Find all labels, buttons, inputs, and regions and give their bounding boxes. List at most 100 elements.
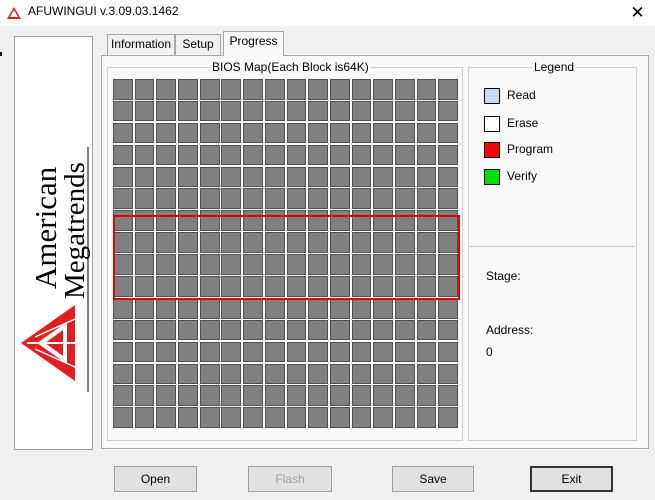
bios-block	[113, 385, 133, 407]
bios-block	[308, 254, 328, 275]
bios-block	[243, 232, 263, 253]
tab-label: Information	[110, 37, 172, 51]
bios-block	[134, 407, 155, 428]
legend-divider	[470, 246, 635, 247]
bios-block	[329, 144, 350, 166]
bios-block	[221, 341, 242, 363]
bios-block	[373, 122, 394, 144]
bios-block	[178, 210, 198, 231]
bios-block	[329, 385, 350, 407]
legend-swatch-read	[484, 88, 500, 104]
bios-block	[264, 188, 285, 210]
bios-block	[308, 297, 328, 319]
open-button[interactable]: Open	[114, 466, 197, 492]
bios-block	[113, 407, 133, 428]
tab-progress[interactable]: Progress	[223, 31, 284, 56]
bios-block	[438, 166, 459, 188]
bios-block	[351, 385, 372, 407]
bios-block	[308, 79, 328, 100]
bios-block	[264, 297, 285, 319]
logo-text-american: American	[28, 166, 63, 289]
bios-block	[286, 385, 307, 407]
bios-block	[329, 79, 350, 100]
bios-block	[438, 363, 459, 385]
bios-block	[113, 122, 133, 144]
legend-swatch-verify	[484, 169, 500, 185]
close-button[interactable]: ✕	[620, 0, 655, 26]
bios-block	[134, 341, 155, 363]
bios-block	[113, 341, 133, 363]
bios-block	[243, 79, 263, 100]
bios-block	[373, 254, 394, 275]
bios-block	[438, 319, 459, 341]
bios-block	[286, 188, 307, 210]
bios-block	[134, 319, 155, 341]
tab-label: Progress	[229, 34, 278, 48]
bios-block	[178, 297, 198, 319]
bios-block	[394, 297, 415, 319]
bios-block	[351, 341, 372, 363]
bios-block	[156, 79, 177, 100]
bios-block	[351, 210, 372, 231]
bios-block	[199, 319, 220, 341]
legend-label-verify: Verify	[507, 169, 538, 183]
bios-block	[221, 363, 242, 385]
bios-block	[329, 319, 350, 341]
bios-block	[416, 341, 437, 363]
bios-block	[416, 122, 437, 144]
bios-block	[221, 144, 242, 166]
bios-block	[438, 79, 459, 100]
bios-block	[243, 210, 263, 231]
bios-block	[264, 79, 285, 100]
ami-logo-icon: American Megatrends	[21, 147, 91, 392]
bios-block	[329, 341, 350, 363]
bios-block	[221, 232, 242, 253]
bios-block	[156, 385, 177, 407]
bios-block	[178, 385, 198, 407]
bios-block	[243, 100, 263, 122]
tab-setup[interactable]: Setup	[175, 34, 221, 55]
bios-block	[264, 210, 285, 231]
bios-block	[134, 100, 155, 122]
bios-block	[373, 385, 394, 407]
bios-block	[308, 363, 328, 385]
bios-block	[329, 407, 350, 428]
bios-block	[134, 122, 155, 144]
bios-block	[156, 210, 177, 231]
flash-button[interactable]: Flash	[248, 466, 332, 492]
bios-block	[373, 210, 394, 231]
tab-information[interactable]: Information	[107, 34, 175, 55]
bios-block	[221, 319, 242, 341]
bios-block	[286, 297, 307, 319]
bios-block	[178, 407, 198, 428]
bios-block	[221, 254, 242, 275]
bios-block	[351, 166, 372, 188]
bios-block	[264, 276, 285, 297]
bios-map-title: BIOS Map(Each Block is64K)	[210, 60, 371, 74]
bios-block	[329, 232, 350, 253]
save-button[interactable]: Save	[392, 466, 474, 492]
bios-block	[416, 385, 437, 407]
bios-block	[264, 144, 285, 166]
bios-block	[156, 363, 177, 385]
bios-block	[373, 188, 394, 210]
bios-block	[199, 122, 220, 144]
bios-block	[373, 341, 394, 363]
bios-block	[351, 122, 372, 144]
bios-block	[243, 166, 263, 188]
bios-block	[438, 297, 459, 319]
bios-block	[286, 407, 307, 428]
bios-block	[199, 385, 220, 407]
bios-block	[243, 407, 263, 428]
bios-block	[438, 276, 459, 297]
bios-block	[329, 166, 350, 188]
bios-block	[156, 407, 177, 428]
bios-block	[221, 100, 242, 122]
bios-block	[178, 363, 198, 385]
bios-block	[329, 276, 350, 297]
bios-block	[243, 254, 263, 275]
app-icon	[7, 7, 21, 19]
bios-block	[329, 210, 350, 231]
bios-block	[286, 232, 307, 253]
exit-button[interactable]: Exit	[530, 466, 613, 492]
